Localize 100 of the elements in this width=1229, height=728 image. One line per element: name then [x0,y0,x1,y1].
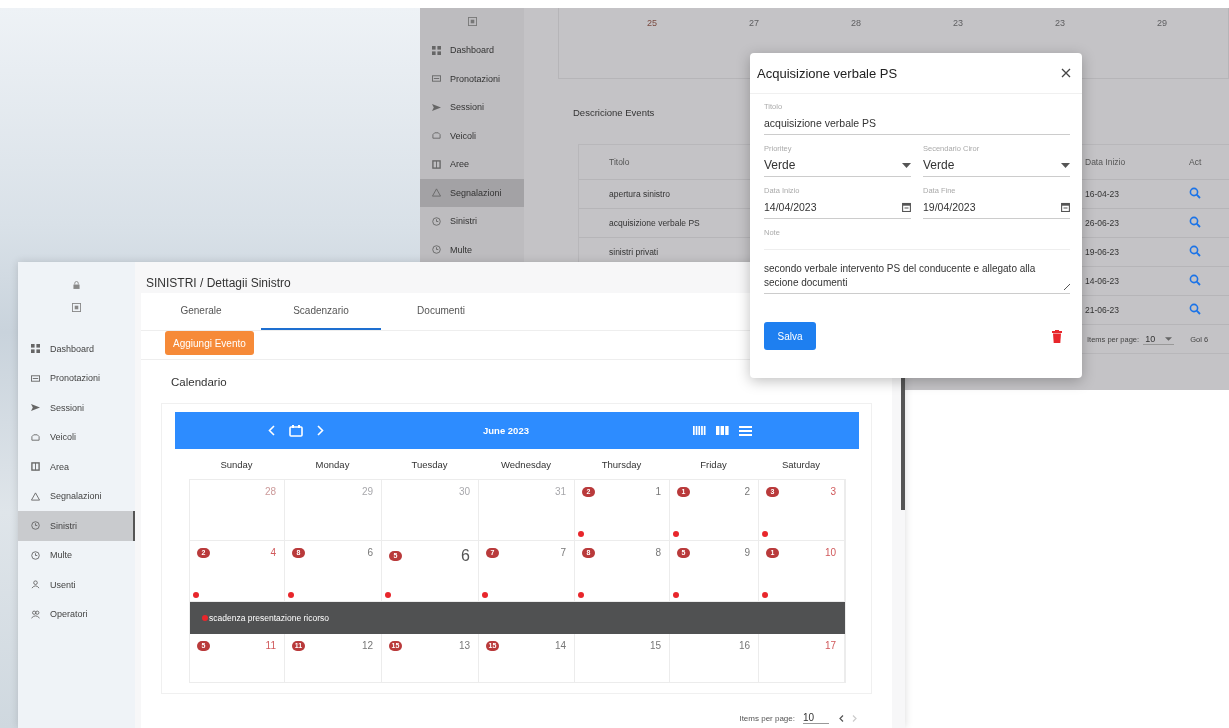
lock-icon [73,281,80,289]
sidebar-item[interactable]: Dashboard [420,36,524,65]
sidebar-item[interactable]: Veicoli [420,121,524,150]
close-icon[interactable] [1061,68,1071,78]
clock-icon [31,521,40,531]
dialog-title: Acquisizione verbale PS [757,65,898,81]
day-number: 29 [361,486,373,497]
list-icon[interactable] [739,425,752,436]
sidebar-label: Veicoli [450,130,476,141]
month-title: June 2023 [483,425,530,436]
table-cell: apertura sinistro [609,189,670,199]
sidebar-item[interactable]: Dashboard [18,334,135,364]
sidebar-label: Aree [450,159,469,170]
door-icon [432,159,441,169]
search-icon[interactable] [1189,187,1201,199]
event-bar[interactable]: scadenza presentazione ricorso [190,602,845,634]
pagination-label: Items per page: [739,713,795,723]
day-number: 29 [1157,18,1167,28]
sidebar-label: Pronotazioni [450,73,501,84]
day-number: 23 [953,18,963,28]
sidebar-item[interactable]: Segnalazioni [420,178,524,207]
sidebar-label: Veicoli [50,432,76,443]
weekday-header: Saturday [781,458,821,470]
resize-handle-icon[interactable] [1064,284,1070,290]
clock-icon [31,550,40,560]
tab[interactable]: Scadenzario [261,293,381,330]
sidebar-item[interactable]: Sinistri [18,511,135,541]
weekday-header: Wednesday [500,458,552,470]
menu-icon[interactable] [72,303,81,312]
weekday-header: Thursday [600,458,643,470]
sidebar-label: Sinistri [50,520,77,531]
sidebar-item[interactable]: Sessioni [420,93,524,122]
sidebar-item[interactable]: Veicoli [18,422,135,452]
breadcrumb: SINISTRI / Dettagii Sinistro [146,276,291,290]
card-icon [432,74,441,84]
day-cell[interactable]: 16 [670,634,759,682]
sidebar-item[interactable]: Segnalazioni [18,481,135,511]
vertical-bars-icon[interactable] [693,426,706,435]
column-header: Data Inizio [1085,157,1126,167]
search-icon[interactable] [1189,274,1201,286]
person-icon [31,580,40,590]
tab[interactable]: Documenti [381,293,501,330]
search-icon[interactable] [1189,303,1201,315]
sidebar-label: Dashboard [450,45,495,56]
sidebar-item[interactable]: Sinistri [420,207,524,236]
sidebar-label: Operatori [50,609,88,620]
sidebar-item[interactable]: Pronotazioni [18,363,135,393]
day-number: 9 [744,547,750,558]
table-cell: acquisizione verbale PS [609,218,700,228]
people-icon [31,609,40,619]
sidebar-label: Sessioni [50,402,85,413]
dashboard-icon [432,45,441,55]
sidebar-label: Usenti [50,579,76,590]
car-icon [31,432,40,442]
page-size-select[interactable]: 10 [1143,333,1175,345]
sidebar-item[interactable]: Pronotazioni [420,64,524,93]
section-title: Calendario [170,375,228,390]
day-number: 30 [458,486,470,497]
chevron-left-icon[interactable] [839,714,844,722]
day-cell[interactable]: 17 [759,634,845,682]
column-header: Act [1189,157,1202,167]
trash-icon[interactable] [1052,329,1062,343]
search-icon[interactable] [1189,245,1201,257]
day-number: 31 [554,486,566,497]
calendar-icon[interactable] [1061,202,1070,212]
table-cell: 21-06-23 [1085,305,1120,315]
page-size-select[interactable]: 10 [803,712,829,724]
weekday-header: Friday [699,458,728,470]
sidebar-label: Segnalazioni [450,187,502,198]
sidebar-item[interactable]: Sessioni [18,393,135,423]
sidebar-item[interactable]: Area [18,452,135,482]
caret-icon [1061,162,1070,168]
day-number: 1 [655,486,661,497]
day-cell[interactable]: 15 [575,634,670,682]
sidebar-item[interactable]: Multe [18,540,135,570]
sidebar-item[interactable]: Multe [420,235,524,264]
save-button[interactable]: Salva [764,322,816,350]
day-number: 16 [738,640,750,651]
caret-icon [1165,336,1173,341]
sidebar-label: Dashboard [50,343,95,354]
day-number: 28 [851,18,861,28]
event-dot [202,615,208,621]
search-icon[interactable] [1189,216,1201,228]
menu-icon[interactable] [467,17,477,26]
sidebar-item[interactable]: Usenti [18,570,135,600]
weekday-header: Tuesday [410,458,449,470]
send-icon [31,403,40,413]
table-cell: sinistri privati [609,247,659,257]
clock-icon [432,245,441,255]
warning-icon [432,188,441,198]
sidebar-label: Multe [50,550,72,561]
sidebar-item[interactable]: Operatori [18,599,135,629]
weekday-header: Sunday [219,458,254,470]
day-number: 25 [647,18,657,28]
columns-icon[interactable] [716,426,729,435]
sidebar-item[interactable]: Aree [420,150,524,179]
calendar-icon[interactable] [902,202,911,212]
day-number: 6 [461,547,470,565]
dashboard-icon [31,344,40,354]
tab[interactable]: Generale [141,293,261,330]
